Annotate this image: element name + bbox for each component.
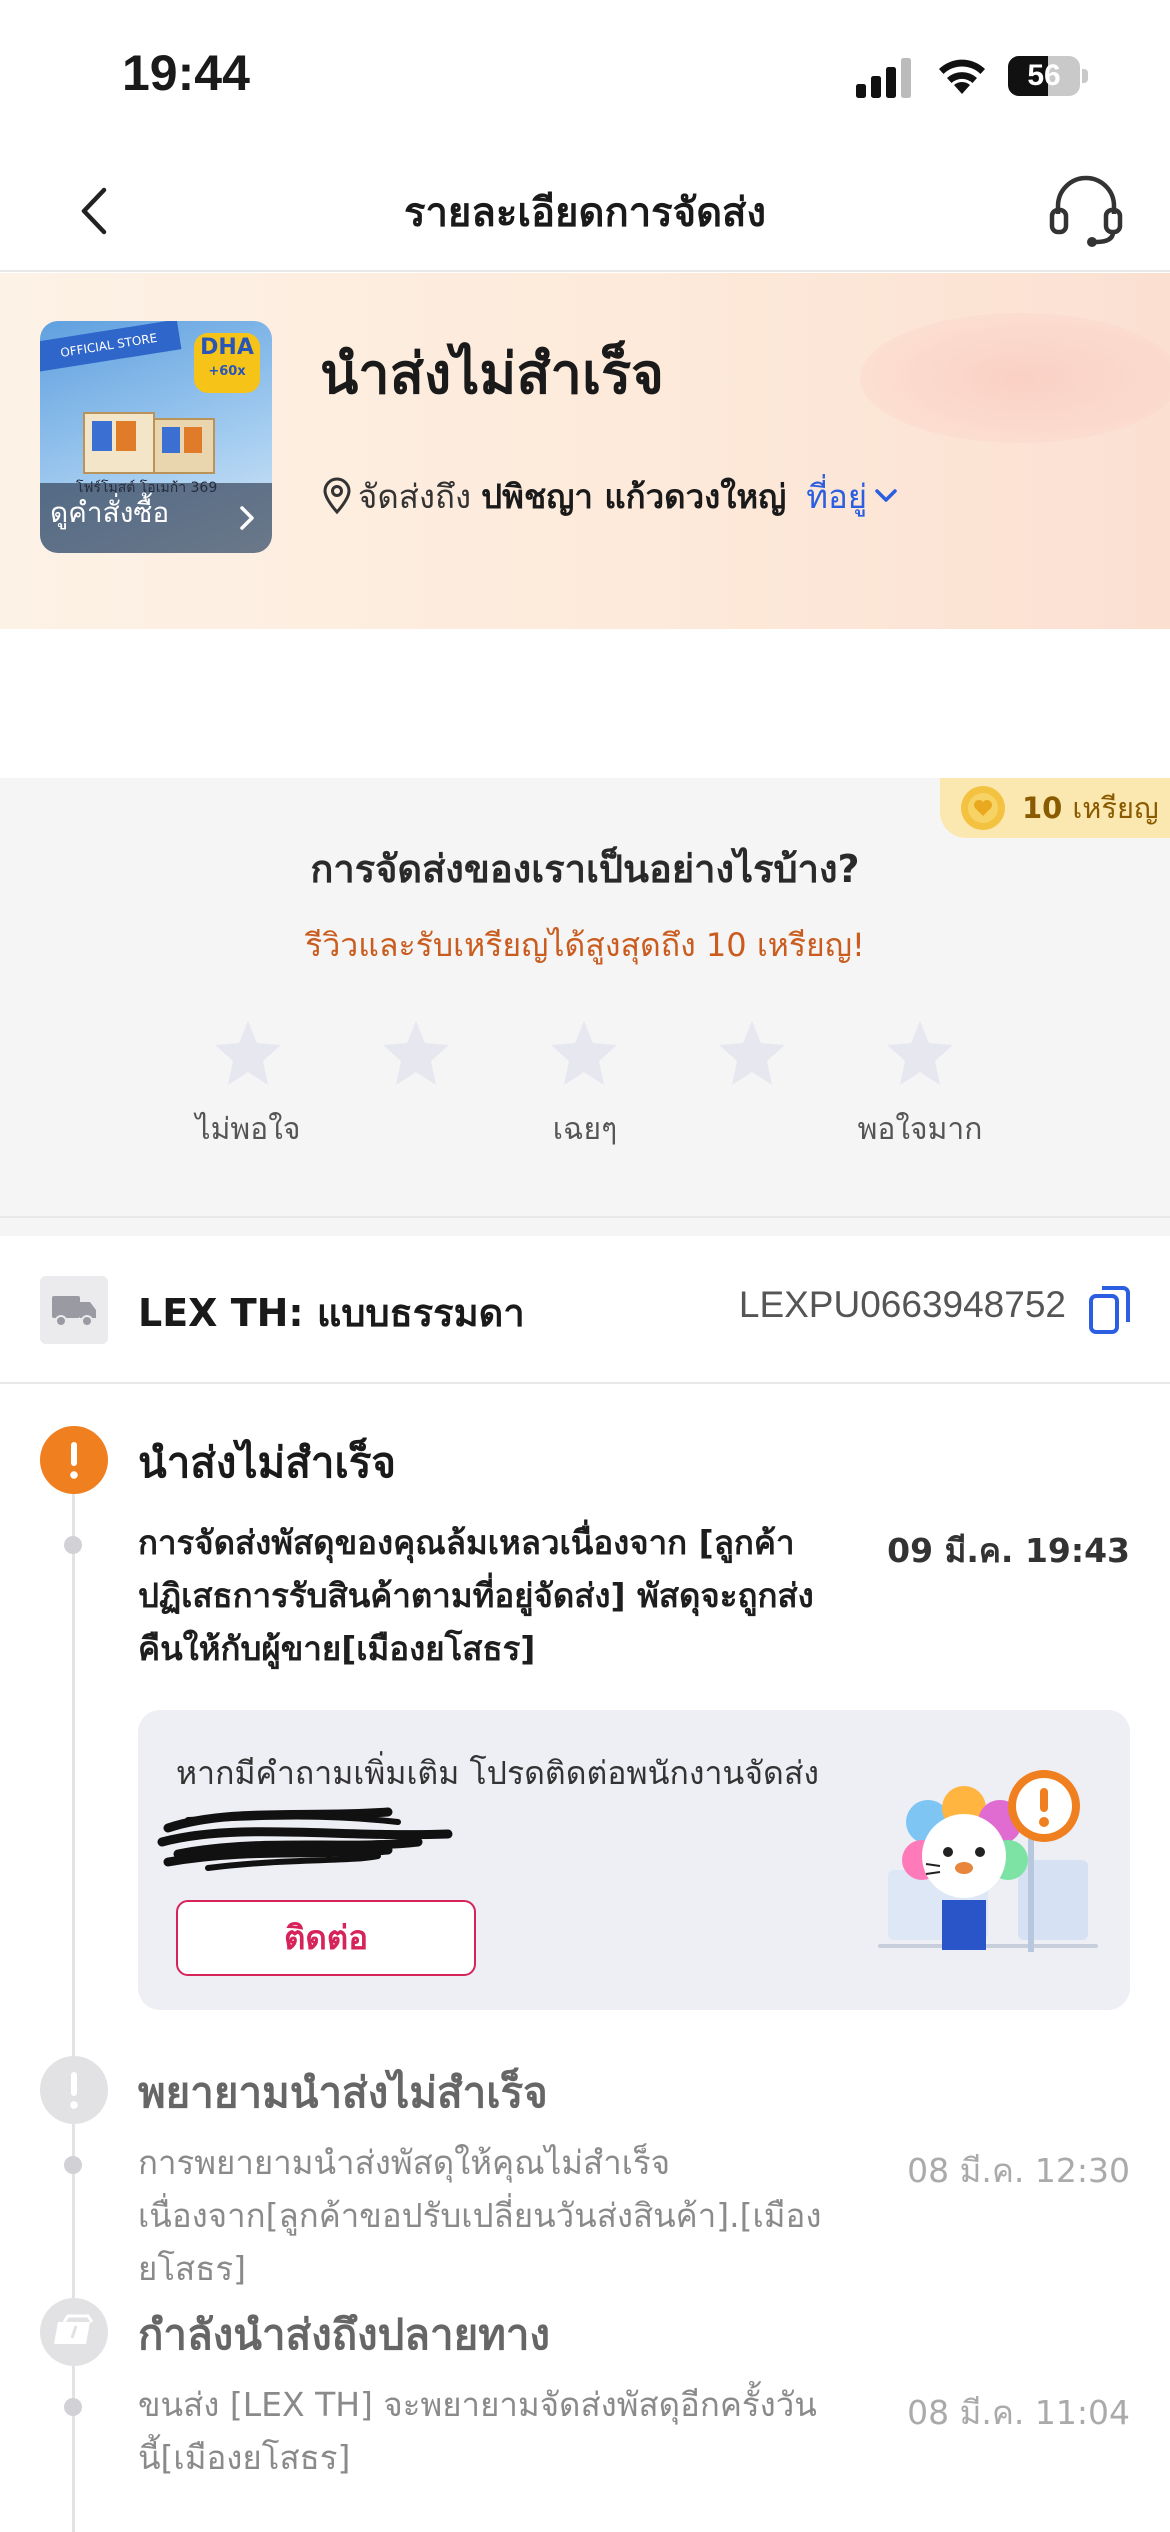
tracking-timeline: นำส่งไม่สำเร็จ การจัดส่งพัสดุของคุณล้มเห… xyxy=(0,1384,1170,2532)
star-icon[interactable] xyxy=(380,1018,452,1088)
coin-icon xyxy=(961,786,1005,830)
battery-icon: 56 xyxy=(1008,56,1088,96)
rating-label-mid: เฉยๆ xyxy=(552,1112,618,1147)
recipient-name: ปพิชญา แก้วดวงใหญ่ xyxy=(481,476,787,516)
contact-courier-card: หากมีคำถามเพิ่มเติม โปรดติดต่อพนักงานจัด… xyxy=(138,1710,1130,2010)
address-toggle[interactable]: ที่อยู่ xyxy=(806,470,899,523)
star-icon[interactable] xyxy=(716,1018,788,1088)
address-prefix: จัดส่งถึง xyxy=(358,476,472,516)
wifi-icon xyxy=(939,59,985,94)
exclamation-icon xyxy=(40,1426,108,1494)
official-store-tag: OFFICIAL STORE xyxy=(40,321,182,373)
rating-label-high: พอใจมาก xyxy=(857,1112,983,1147)
page-title: รายละเอียดการจัดส่ง xyxy=(403,190,766,236)
cellular-signal-icon xyxy=(856,58,911,98)
shipment-status-banner: OFFICIAL STORE DHA +60x โฟร์โมสต์ โอเมก้… xyxy=(0,273,1170,629)
product-thumbnail[interactable]: OFFICIAL STORE DHA +60x โฟร์โมสต์ โอเมก้… xyxy=(40,321,272,553)
star-icon[interactable] xyxy=(884,1018,956,1088)
contact-prompt: หากมีคำถามเพิ่มเติม โปรดติดต่อพนักงานจัด… xyxy=(176,1754,819,1792)
event-time: 09 มี.ค. 19:43 xyxy=(887,1531,1130,1570)
coin-reward-badge: 10 เหรียญ xyxy=(940,778,1170,838)
courier-info-row: LEX TH: แบบธรรมดา LEXPU0663948752 xyxy=(0,1236,1170,1384)
rating-question: การจัดส่งของเราเป็นอย่างไรบ้าง? xyxy=(310,847,860,891)
delivery-rating-card: 10 เหรียญ การจัดส่งของเราเป็นอย่างไรบ้าง… xyxy=(0,778,1170,1218)
event-description: การพยายามนำส่งพัสดุให้คุณไม่สำเร็จเนื่อง… xyxy=(138,2143,822,2288)
exclamation-icon xyxy=(40,2056,108,2124)
address-link-label[interactable]: ที่อยู่ xyxy=(806,470,867,523)
coin-count: 10 xyxy=(1022,791,1063,825)
rating-promo: รีวิวและรับเหรียญได้สูงสุดถึง 10 เหรียญ! xyxy=(305,926,865,964)
event-time: 08 มี.ค. 11:04 xyxy=(907,2393,1130,2432)
star-icon[interactable] xyxy=(212,1018,284,1088)
nav-header: รายละเอียดการจัดส่ง xyxy=(0,150,1170,272)
status-bar: 19:44 56 xyxy=(0,0,1170,150)
event-title: นำส่งไม่สำเร็จ xyxy=(138,1438,396,1487)
tracking-number: LEXPU0663948752 xyxy=(738,1284,1066,1325)
package-icon xyxy=(40,2298,108,2366)
truck-icon xyxy=(52,1296,96,1327)
courier-name: LEX TH: แบบธรรมดา xyxy=(138,1291,525,1335)
chevron-right-icon xyxy=(240,506,254,530)
event-title: กำลังนำส่งถึงปลายทาง xyxy=(138,2310,551,2359)
contact-button[interactable]: ติดต่อ xyxy=(176,1900,476,1976)
event-title: พยายามนำส่งไม่สำเร็จ xyxy=(138,2068,548,2117)
event-time: 08 มี.ค. 12:30 xyxy=(907,2151,1130,2190)
event-description: การจัดส่งพัสดุของคุณล้มเหลวเนื่องจาก [ลู… xyxy=(138,1523,814,1668)
status-time: 19:44 xyxy=(122,45,250,101)
redacted-phone xyxy=(157,1807,453,1871)
milk-carton-image xyxy=(83,412,215,474)
dha-badge: DHA +60x xyxy=(194,333,260,393)
event-description: ขนส่ง [LEX TH] จะพยายามจัดส่งพัสดุอีกครั… xyxy=(138,2385,817,2477)
battery-level: 56 xyxy=(1027,59,1061,92)
view-order-label: ดูคำสั่งซื้อ xyxy=(50,496,170,529)
delivery-status-title: นำส่งไม่สำเร็จ xyxy=(320,342,664,407)
rating-label-low: ไม่พอใจ xyxy=(195,1112,301,1147)
copy-icon[interactable] xyxy=(1088,1284,1132,1336)
chevron-down-icon[interactable] xyxy=(873,487,899,505)
star-icon[interactable] xyxy=(548,1018,620,1088)
delivery-address-row: จัดส่งถึง ปพิชญา แก้วดวงใหญ่ ที่อยู่ xyxy=(322,473,899,519)
headset-icon[interactable] xyxy=(1048,170,1124,250)
coin-unit: เหรียญ xyxy=(1072,791,1159,825)
location-pin-icon xyxy=(323,477,351,515)
mascot-illustration xyxy=(878,1770,1098,1952)
